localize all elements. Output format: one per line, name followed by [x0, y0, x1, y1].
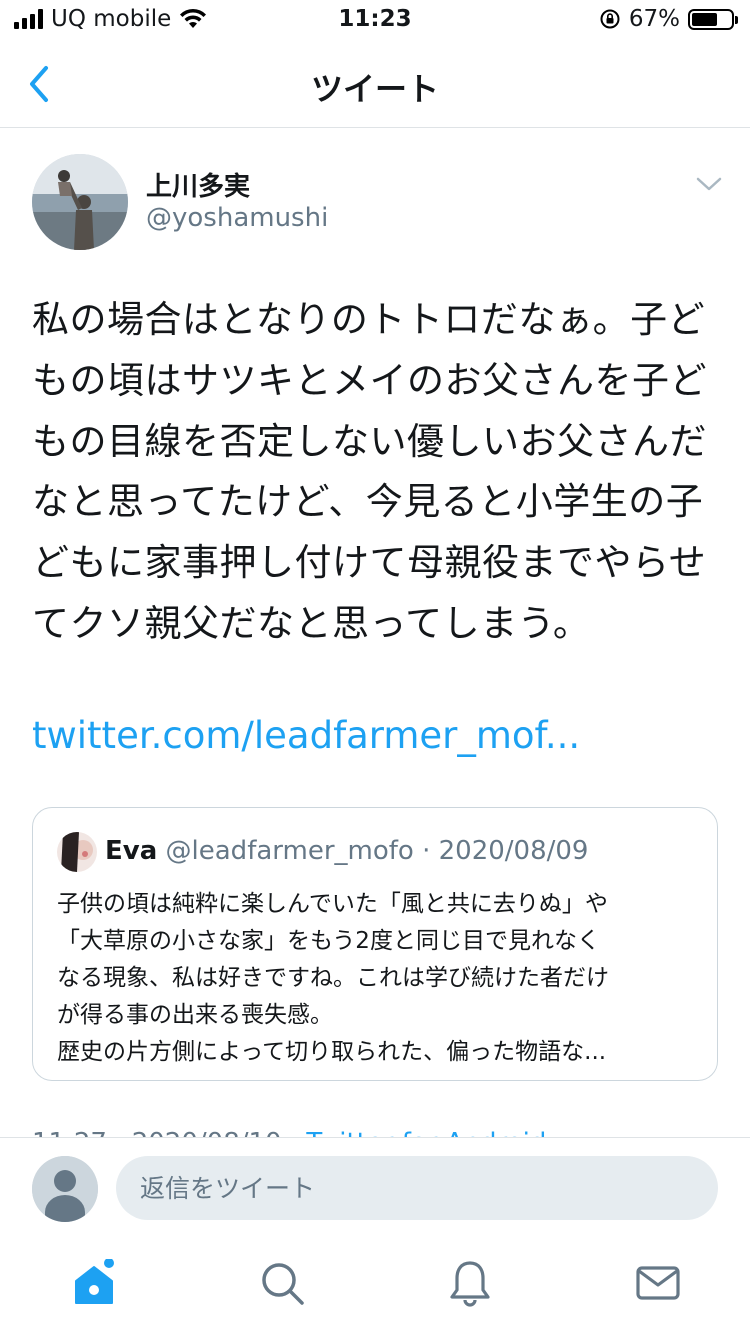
home-icon[interactable] [70, 1259, 118, 1307]
author-display-name[interactable]: 上川多実 [146, 166, 250, 203]
user-avatar[interactable] [32, 1156, 98, 1222]
quoted-tweet-card[interactable]: Eva @leadfarmer_mofo · 2020/08/09 子供の頃は純… [32, 807, 718, 1081]
battery-icon [688, 8, 738, 30]
author-avatar[interactable] [32, 154, 128, 250]
status-bar: UQ mobile 11:23 67% [0, 0, 750, 40]
messages-icon[interactable] [634, 1259, 682, 1307]
quoted-tweet-text: 子供の頃は純粋に楽しんでいた「風と共に去りぬ」や 「大草原の小さな家」をもう2度… [57, 886, 697, 1071]
quoted-line: 「大草原の小さな家」をもう2度と同じ目で見れなく [57, 928, 600, 954]
reply-bar [0, 1137, 750, 1237]
battery-percent: 67% [628, 6, 680, 32]
quoted-author-meta: @leadfarmer_mofo · 2020/08/09 [165, 836, 589, 866]
tab-bar [0, 1237, 750, 1334]
quoted-line: 歴史の片方側によって切り取られた、偏った物語な... [57, 1039, 607, 1065]
search-icon[interactable] [258, 1259, 306, 1307]
page-title: ツイート [310, 70, 439, 108]
orientation-lock-icon [600, 9, 620, 29]
reply-input[interactable] [116, 1156, 718, 1220]
tweet-text: 私の場合はとなりのトトロだなぁ。子どもの頃はサツキとメイのお父さんを子どもの目線… [32, 298, 707, 645]
quoted-line: が得る事の出来る喪失感。 [57, 1002, 333, 1028]
notifications-icon[interactable] [446, 1259, 494, 1307]
quoted-author-name: Eva [105, 836, 158, 866]
author-handle[interactable]: @yoshamushi [146, 203, 328, 233]
tweet-link[interactable]: twitter.com/leadfarmer_mof... [32, 714, 580, 757]
chevron-down-icon[interactable] [694, 172, 724, 196]
quoted-line: 子供の頃は純粋に楽しんでいた「風と共に去りぬ」や [57, 891, 608, 917]
status-right: 67% [599, 6, 738, 32]
quoted-header: Eva @leadfarmer_mofo · 2020/08/09 [105, 836, 588, 866]
quoted-line: なる現象、私は好きですね。これは学び続けた者だけ [57, 965, 609, 991]
quoted-author-avatar [57, 832, 97, 872]
nav-header: ツイート [0, 40, 750, 128]
